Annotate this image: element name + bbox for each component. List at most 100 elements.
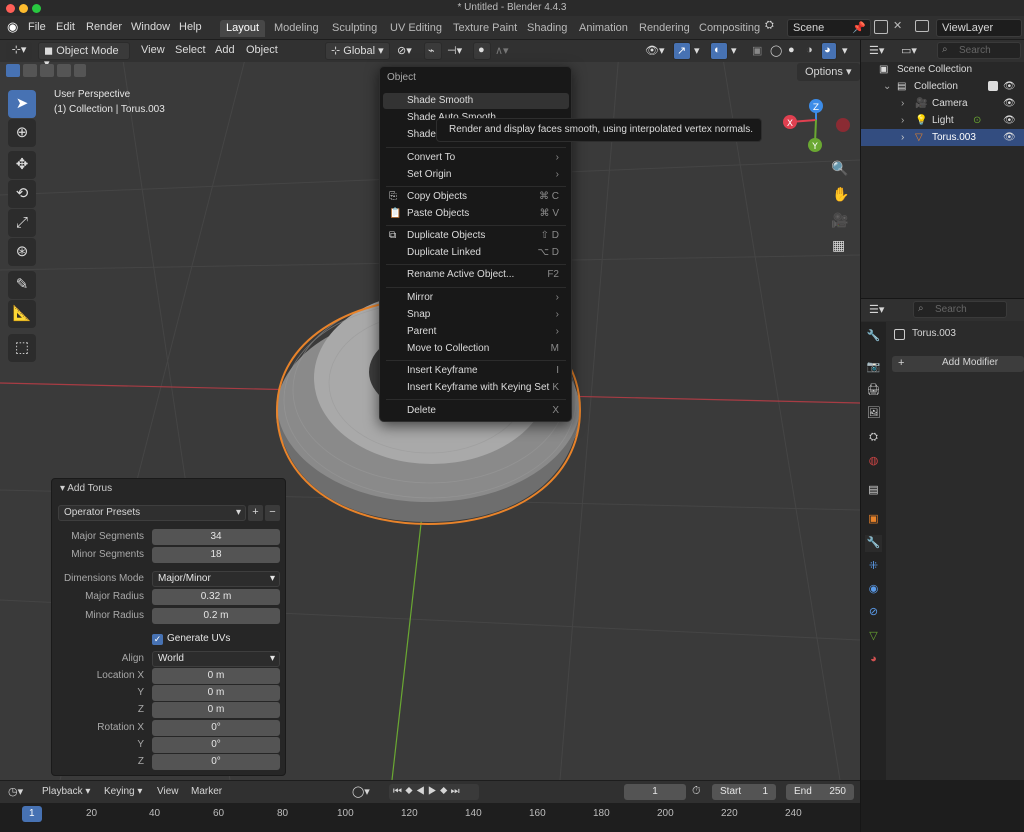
transform-tool-icon[interactable]: ⊛ (8, 238, 36, 266)
end-frame-field[interactable]: End 250 (786, 784, 854, 800)
solid-shading-icon[interactable]: ● (788, 44, 795, 56)
generate-uvs-label[interactable]: Generate UVs (167, 633, 230, 644)
visibility-icon[interactable]: 👁▾ (645, 44, 665, 57)
rotation-z-field[interactable]: 0° (152, 754, 280, 770)
properties-editor-type-icon[interactable]: ☰▾ (869, 303, 884, 316)
editor-type-icon[interactable]: ⊹▾ (6, 42, 32, 60)
xray-toggle-icon[interactable]: ▣ (752, 44, 762, 57)
current-frame-field[interactable]: 1 (624, 784, 686, 800)
eye-icon[interactable]: 👁 (1003, 95, 1016, 112)
render-tab-icon[interactable]: 📷 (865, 359, 882, 376)
menu-item-set-origin[interactable]: Set Origin › (383, 167, 569, 183)
menu-item-insert-keyframe[interactable]: Insert Keyframe I (383, 363, 569, 379)
select-extend-icon[interactable] (23, 64, 37, 77)
major-segments-field[interactable]: 34 (152, 529, 280, 545)
falloff-icon[interactable]: ∧▾ (495, 44, 509, 57)
particles-tab-icon[interactable]: ⁜ (865, 558, 882, 575)
tab-compositing[interactable]: Compositing (693, 20, 766, 37)
view-layer-tab-icon[interactable]: 🖼 (865, 405, 882, 422)
expand-arrow-icon[interactable]: › (901, 129, 904, 146)
shading-dropdown-icon[interactable]: ▾ (842, 44, 848, 57)
tab-uv-editing[interactable]: UV Editing (384, 20, 448, 37)
menu-keying[interactable]: Keying ▾ (104, 786, 142, 797)
menu-item-mirror[interactable]: Mirror › (383, 290, 569, 306)
location-y-field[interactable]: 0 m (152, 685, 280, 701)
blender-logo-icon[interactable]: ◉ (7, 19, 18, 35)
tab-shading[interactable]: Shading (521, 20, 573, 37)
playback-controls[interactable]: ⏮◆◀▶◆⏭ (389, 784, 479, 800)
menu-item-parent[interactable]: Parent › (383, 324, 569, 340)
expand-arrow-icon[interactable]: › (901, 95, 904, 112)
menu-timeline-view[interactable]: View (157, 786, 179, 797)
rotation-x-field[interactable]: 0° (152, 720, 280, 736)
scene-selector[interactable]: Scene 📌 (787, 19, 871, 37)
menu-item-rename-active-object[interactable]: Rename Active Object... F2 (383, 267, 569, 283)
menu-item-copy-objects[interactable]: ⎘ Copy Objects ⌘ C (383, 189, 569, 205)
menu-item-insert-keyframe-keying-set[interactable]: Insert Keyframe with Keying Set K (383, 380, 569, 396)
material-tab-icon[interactable]: ◕ (865, 651, 882, 668)
auto-keying-icon[interactable]: ◯▾ (352, 785, 370, 798)
menu-view[interactable]: View (141, 44, 165, 56)
select-invert-icon[interactable] (57, 64, 71, 77)
menu-file[interactable]: File (28, 21, 46, 33)
dimensions-mode-dropdown[interactable]: Major/Minor ▾ (152, 571, 280, 587)
camera-view-icon[interactable]: 🎥 (831, 212, 848, 229)
collection-tab-icon[interactable]: ▤ (865, 482, 882, 499)
add-cube-tool-icon[interactable]: ⬚ (8, 334, 36, 362)
scene-tab-icon[interactable]: ⛭ (865, 429, 882, 446)
annotate-tool-icon[interactable]: ✎ (8, 271, 36, 299)
menu-help[interactable]: Help (179, 21, 202, 33)
tab-modeling[interactable]: Modeling (268, 20, 325, 37)
minor-radius-field[interactable]: 0.2 m (152, 608, 280, 624)
modifier-tab-icon[interactable]: 🔧 (865, 535, 882, 552)
tab-animation[interactable]: Animation (573, 20, 634, 37)
rendered-shading-icon[interactable]: ◕ (821, 42, 837, 60)
menu-edit[interactable]: Edit (56, 21, 75, 33)
transform-orientation-selector[interactable]: ⊹ Global ▾ (325, 42, 390, 60)
overlay-toggle-icon[interactable]: ◐ (710, 42, 728, 60)
stopwatch-icon[interactable]: ⏱ (692, 785, 701, 798)
menu-item-snap[interactable]: Snap › (383, 307, 569, 323)
outliner-search-input[interactable]: ⌕ Search (937, 42, 1021, 59)
play-reverse-icon[interactable]: ◀ (416, 786, 428, 797)
menu-item-delete[interactable]: Delete X (383, 403, 569, 419)
area-divider[interactable] (860, 40, 861, 832)
location-z-field[interactable]: 0 m (152, 702, 280, 718)
menu-item-move-to-collection[interactable]: Move to Collection M (383, 341, 569, 357)
gizmo-toggle-icon[interactable]: ↗ (673, 42, 691, 60)
snap-toggle-icon[interactable]: ⌁ (424, 42, 442, 60)
next-keyframe-icon[interactable]: ◆ (440, 786, 451, 797)
add-preset-button[interactable]: + (248, 505, 263, 521)
pivot-point-icon[interactable]: ⊘▾ (397, 44, 412, 57)
area-divider[interactable] (861, 298, 1024, 299)
delete-scene-icon[interactable]: ✕ (893, 19, 902, 32)
outliner-panel[interactable]: ☰▾ ▭▾ ⌕ Search ▣ Scene Collection ⌄ ▤ Co… (861, 40, 1024, 298)
zoom-icon[interactable]: 🔍 (831, 160, 848, 177)
tab-texture-paint[interactable]: Texture Paint (447, 20, 523, 37)
select-subtract-icon[interactable] (40, 64, 54, 77)
select-new-icon[interactable] (6, 64, 20, 77)
prev-keyframe-icon[interactable]: ◆ (405, 786, 416, 797)
menu-item-convert-to[interactable]: Convert To › (383, 150, 569, 166)
eye-icon[interactable]: 👁 (1003, 129, 1016, 146)
start-frame-field[interactable]: Start 1 (712, 784, 776, 800)
tab-sculpting[interactable]: Sculpting (326, 20, 383, 37)
select-intersect-icon[interactable] (74, 64, 86, 77)
output-tab-icon[interactable]: 🖨 (865, 382, 882, 399)
overlay-dropdown-icon[interactable]: ▾ (731, 44, 737, 57)
outliner-editor-type-icon[interactable]: ☰▾ (869, 44, 884, 57)
location-x-field[interactable]: 0 m (152, 668, 280, 684)
menu-render[interactable]: Render (86, 21, 122, 33)
operator-panel[interactable]: ▾ Add Torus Operator Presets ▾ + − Major … (51, 478, 286, 776)
select-box-tool-icon[interactable]: ➤ (8, 90, 36, 118)
pan-hand-icon[interactable]: ✋ (832, 186, 849, 203)
menu-select[interactable]: Select (175, 44, 206, 56)
view-layer-selector[interactable]: ViewLayer (936, 19, 1022, 37)
object-tab-icon[interactable]: ▣ (865, 511, 882, 528)
operator-presets-dropdown[interactable]: Operator Presets ▾ (58, 505, 246, 521)
expand-arrow-icon[interactable]: › (901, 112, 904, 129)
minor-segments-field[interactable]: 18 (152, 547, 280, 563)
timeline-editor[interactable]: ◷▾ Playback ▾ Keying ▾ View Marker ◯▾ ⏮◆… (0, 781, 860, 832)
cursor-tool-icon[interactable]: ⊕ (8, 119, 36, 147)
constraints-tab-icon[interactable]: ⊘ (865, 604, 882, 621)
